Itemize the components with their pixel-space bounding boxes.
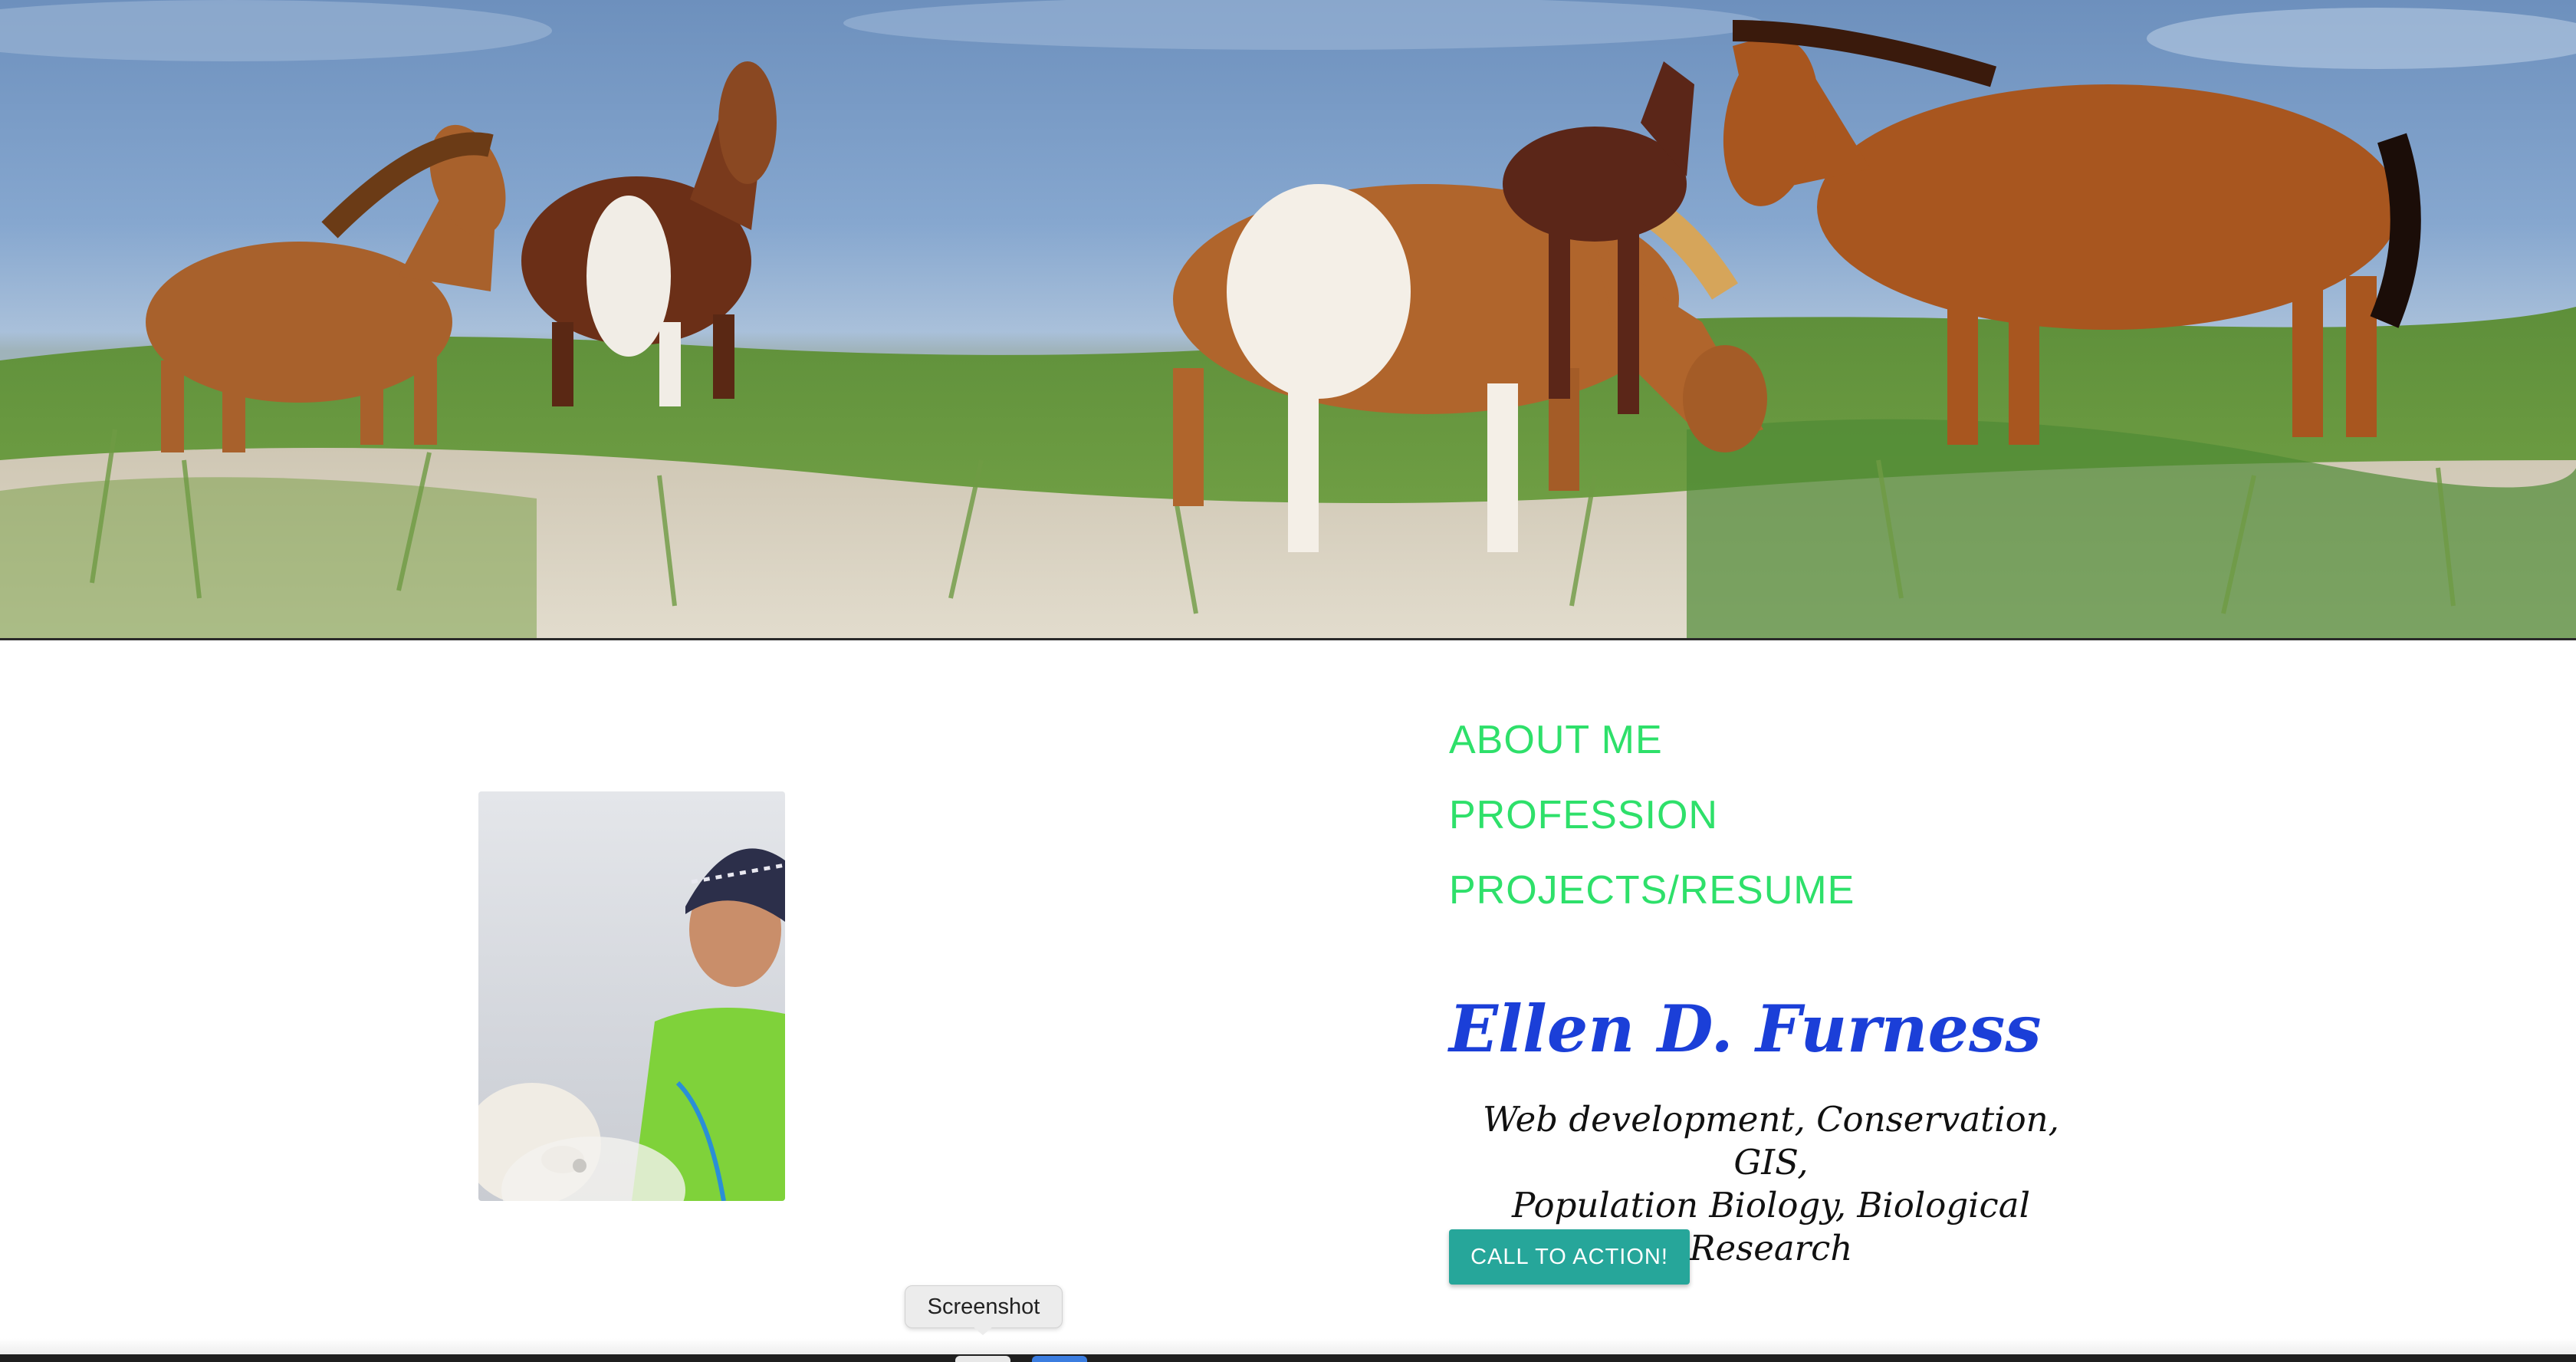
page-title: Ellen D. Furness: [1449, 991, 2042, 1067]
main-navigation: ABOUT ME PROFESSION PROJECTS/RESUME: [1449, 713, 1855, 939]
nav-link-profession[interactable]: PROFESSION: [1449, 788, 1855, 864]
dock-bar: [0, 1354, 2576, 1362]
profile-photo-icon: [478, 848, 785, 1201]
dock-app-icon[interactable]: [955, 1356, 1010, 1362]
wild-horses-image: [0, 0, 2576, 638]
tagline-line-1: Web development, Conservation, GIS,: [1483, 1099, 2059, 1183]
nav-link-projects-resume[interactable]: PROJECTS/RESUME: [1449, 864, 1855, 939]
profile-photo: [478, 791, 785, 1201]
tooltip-arrow: [972, 1326, 994, 1335]
dock-app-icon-blue[interactable]: [1032, 1356, 1087, 1362]
hero-banner: [0, 0, 2576, 640]
call-to-action-button[interactable]: CALL TO ACTION!: [1449, 1229, 1690, 1285]
nav-link-about-me[interactable]: ABOUT ME: [1449, 713, 1855, 788]
page: ABOUT ME PROFESSION PROJECTS/RESUME Elle…: [0, 0, 2576, 1362]
screenshot-tooltip: Screenshot: [905, 1285, 1063, 1328]
